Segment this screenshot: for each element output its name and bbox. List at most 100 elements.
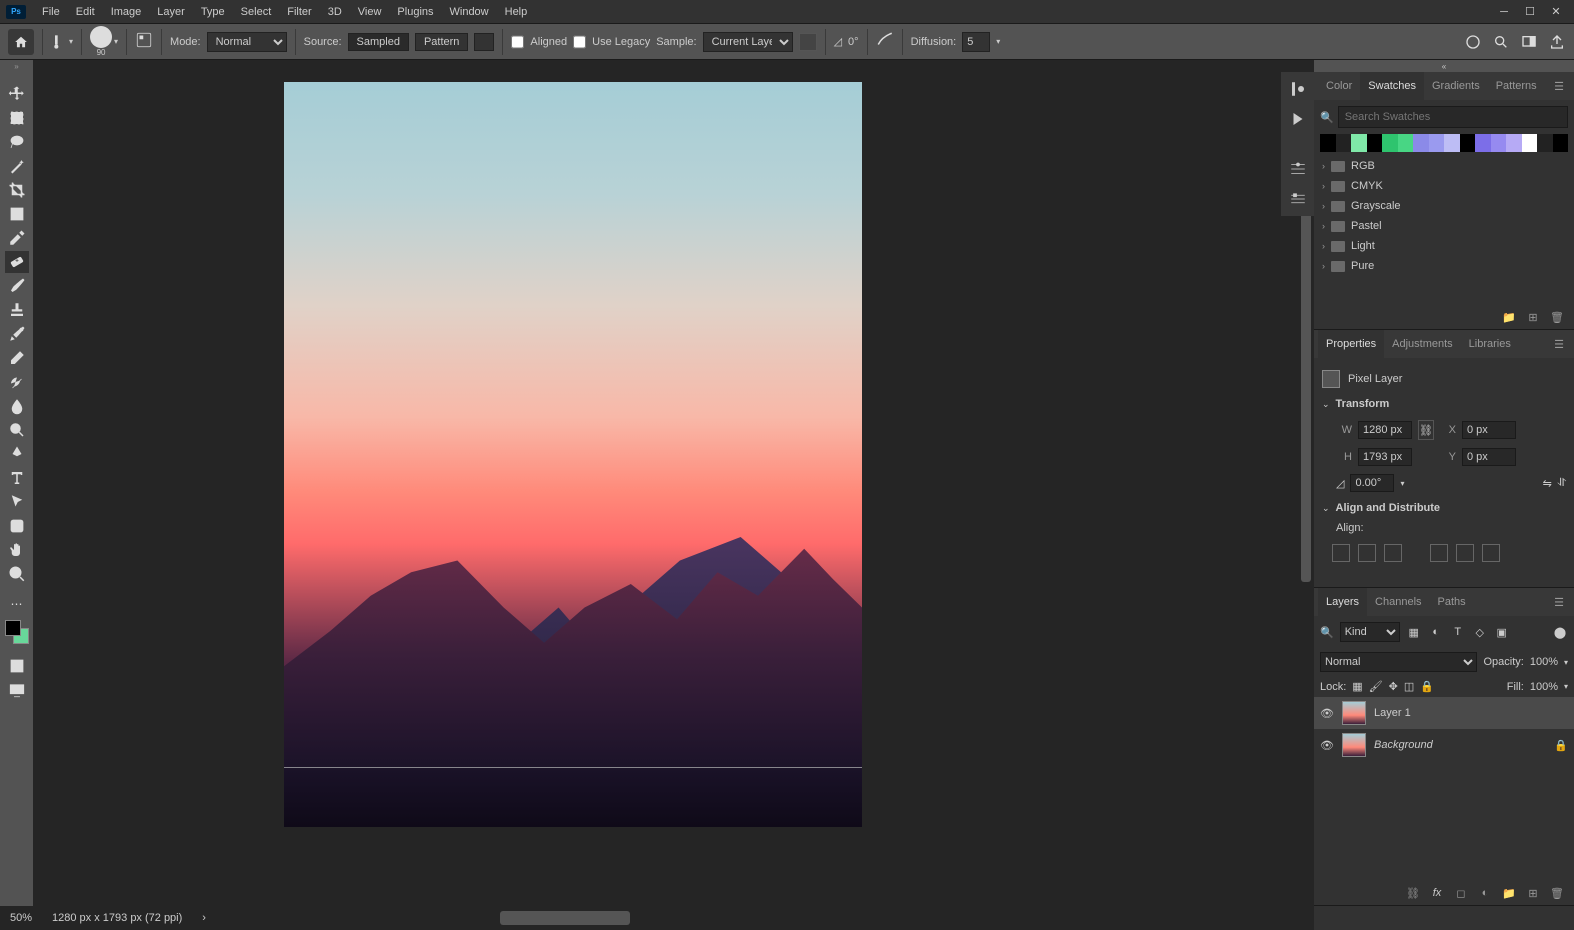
lasso-tool[interactable] [5, 131, 29, 153]
lock-icon[interactable]: 🔒 [1420, 680, 1434, 693]
tab-patterns[interactable]: Patterns [1488, 72, 1545, 100]
swatch-color[interactable] [1475, 134, 1491, 152]
swatch-color[interactable] [1367, 134, 1383, 152]
window-minimize[interactable]: ─ [1492, 3, 1516, 21]
swatch-color[interactable] [1460, 134, 1476, 152]
lock-pos-icon[interactable]: ✥ [1389, 680, 1398, 693]
filter-type-icon[interactable]: T [1450, 624, 1466, 640]
tab-channels[interactable]: Channels [1367, 588, 1429, 616]
menu-type[interactable]: Type [193, 6, 233, 18]
layers-menu-icon[interactable]: ☰ [1548, 588, 1570, 616]
cloud-icon[interactable] [1464, 33, 1482, 51]
link-wh-icon[interactable]: ⛓ [1418, 420, 1434, 440]
layer-row[interactable]: 👁 Layer 1 [1314, 697, 1574, 729]
panels-collapse[interactable]: « [1314, 60, 1574, 72]
menu-file[interactable]: File [34, 6, 68, 18]
angle-value[interactable]: 0° [848, 36, 859, 48]
source-pattern[interactable]: Pattern [415, 33, 468, 51]
delete-layer-icon[interactable]: 🗑 [1550, 886, 1564, 900]
layer-row[interactable]: 👁 Background 🔒 [1314, 729, 1574, 761]
type-tool[interactable] [5, 467, 29, 489]
collapsed-icon-4[interactable] [1287, 188, 1309, 210]
share-icon[interactable] [1548, 33, 1566, 51]
tab-libraries[interactable]: Libraries [1461, 330, 1519, 358]
menu-help[interactable]: Help [497, 6, 536, 18]
tab-adjustments[interactable]: Adjustments [1384, 330, 1461, 358]
align-left[interactable] [1332, 544, 1350, 562]
quickmask-tool[interactable] [5, 655, 29, 677]
transform-label[interactable]: Transform [1336, 398, 1390, 410]
transform-w[interactable] [1358, 421, 1412, 439]
swatch-folder-icon[interactable]: 📁 [1502, 310, 1516, 324]
lock-pixels-icon[interactable]: 🖌 [1369, 680, 1383, 693]
tab-properties[interactable]: Properties [1318, 330, 1384, 358]
layer-thumbnail[interactable] [1342, 733, 1366, 757]
filter-adj-icon[interactable]: ◐ [1428, 624, 1444, 640]
swatch-color[interactable] [1351, 134, 1367, 152]
filter-kind[interactable]: Kind [1340, 622, 1400, 642]
swatch-folder[interactable]: ›RGB [1314, 156, 1574, 176]
filter-shape-icon[interactable]: ◇ [1472, 624, 1488, 640]
ignore-adj-icon[interactable] [799, 33, 817, 51]
collapsed-icon-2[interactable] [1287, 108, 1309, 130]
tool-preset[interactable]: ▾ [51, 34, 73, 50]
transform-h[interactable] [1358, 448, 1412, 466]
eraser-tool[interactable] [5, 347, 29, 369]
swatch-color[interactable] [1398, 134, 1414, 152]
tab-gradients[interactable]: Gradients [1424, 72, 1488, 100]
shape-tool[interactable] [5, 515, 29, 537]
swatch-color[interactable] [1491, 134, 1507, 152]
hand-tool[interactable] [5, 539, 29, 561]
group-icon[interactable]: 📁 [1502, 886, 1516, 900]
path-select-tool[interactable] [5, 491, 29, 513]
swatch-folder[interactable]: ›CMYK [1314, 176, 1574, 196]
menu-select[interactable]: Select [233, 6, 280, 18]
aligned-checkbox[interactable] [511, 32, 524, 52]
menu-plugins[interactable]: Plugins [389, 6, 441, 18]
menu-image[interactable]: Image [103, 6, 150, 18]
tab-paths[interactable]: Paths [1430, 588, 1474, 616]
swatch-color[interactable] [1382, 134, 1398, 152]
blend-mode[interactable]: Normal [1320, 652, 1477, 672]
flip-h-icon[interactable]: ⇋ [1543, 477, 1552, 490]
brush-tool[interactable] [5, 275, 29, 297]
pattern-picker[interactable] [474, 33, 494, 51]
swatch-color[interactable] [1537, 134, 1553, 152]
swatches-search-input[interactable] [1338, 106, 1568, 128]
gradient-tool[interactable] [5, 371, 29, 393]
eyedropper-tool[interactable] [5, 227, 29, 249]
history-brush-tool[interactable] [5, 323, 29, 345]
adjustment-icon[interactable]: ◐ [1478, 886, 1492, 900]
opacity-value[interactable]: 100% [1530, 656, 1558, 668]
blur-tool[interactable] [5, 395, 29, 417]
swatch-folder[interactable]: ›Pastel [1314, 216, 1574, 236]
marquee-tool[interactable] [5, 107, 29, 129]
pen-tool[interactable] [5, 443, 29, 465]
lock-nest-icon[interactable]: ◫ [1404, 680, 1414, 693]
doc-dimensions[interactable]: 1280 px x 1793 px (72 ppi) [52, 912, 182, 924]
brush-panel-icon[interactable] [135, 31, 153, 52]
zoom-tool[interactable] [5, 563, 29, 585]
pressure-icon[interactable] [876, 31, 894, 52]
window-close[interactable]: ✕ [1544, 3, 1568, 21]
swatch-color[interactable] [1429, 134, 1445, 152]
visibility-icon[interactable]: 👁 [1320, 739, 1334, 752]
fx-icon[interactable]: fx [1430, 886, 1444, 900]
tab-swatches[interactable]: Swatches [1360, 72, 1424, 100]
visibility-icon[interactable]: 👁 [1320, 707, 1334, 720]
new-layer-icon[interactable]: ⊞ [1526, 886, 1540, 900]
menu-window[interactable]: Window [442, 6, 497, 18]
align-bottom[interactable] [1482, 544, 1500, 562]
healing-tool[interactable] [5, 251, 29, 273]
swatch-color[interactable] [1553, 134, 1569, 152]
menu-filter[interactable]: Filter [279, 6, 319, 18]
fill-value[interactable]: 100% [1530, 681, 1558, 693]
home-button[interactable] [8, 29, 34, 55]
canvas-image[interactable] [284, 82, 862, 827]
frame-tool[interactable] [5, 203, 29, 225]
menu-view[interactable]: View [350, 6, 390, 18]
mask-icon[interactable]: ◻ [1454, 886, 1468, 900]
tab-color[interactable]: Color [1318, 72, 1360, 100]
menu-edit[interactable]: Edit [68, 6, 103, 18]
transform-y[interactable] [1462, 448, 1516, 466]
